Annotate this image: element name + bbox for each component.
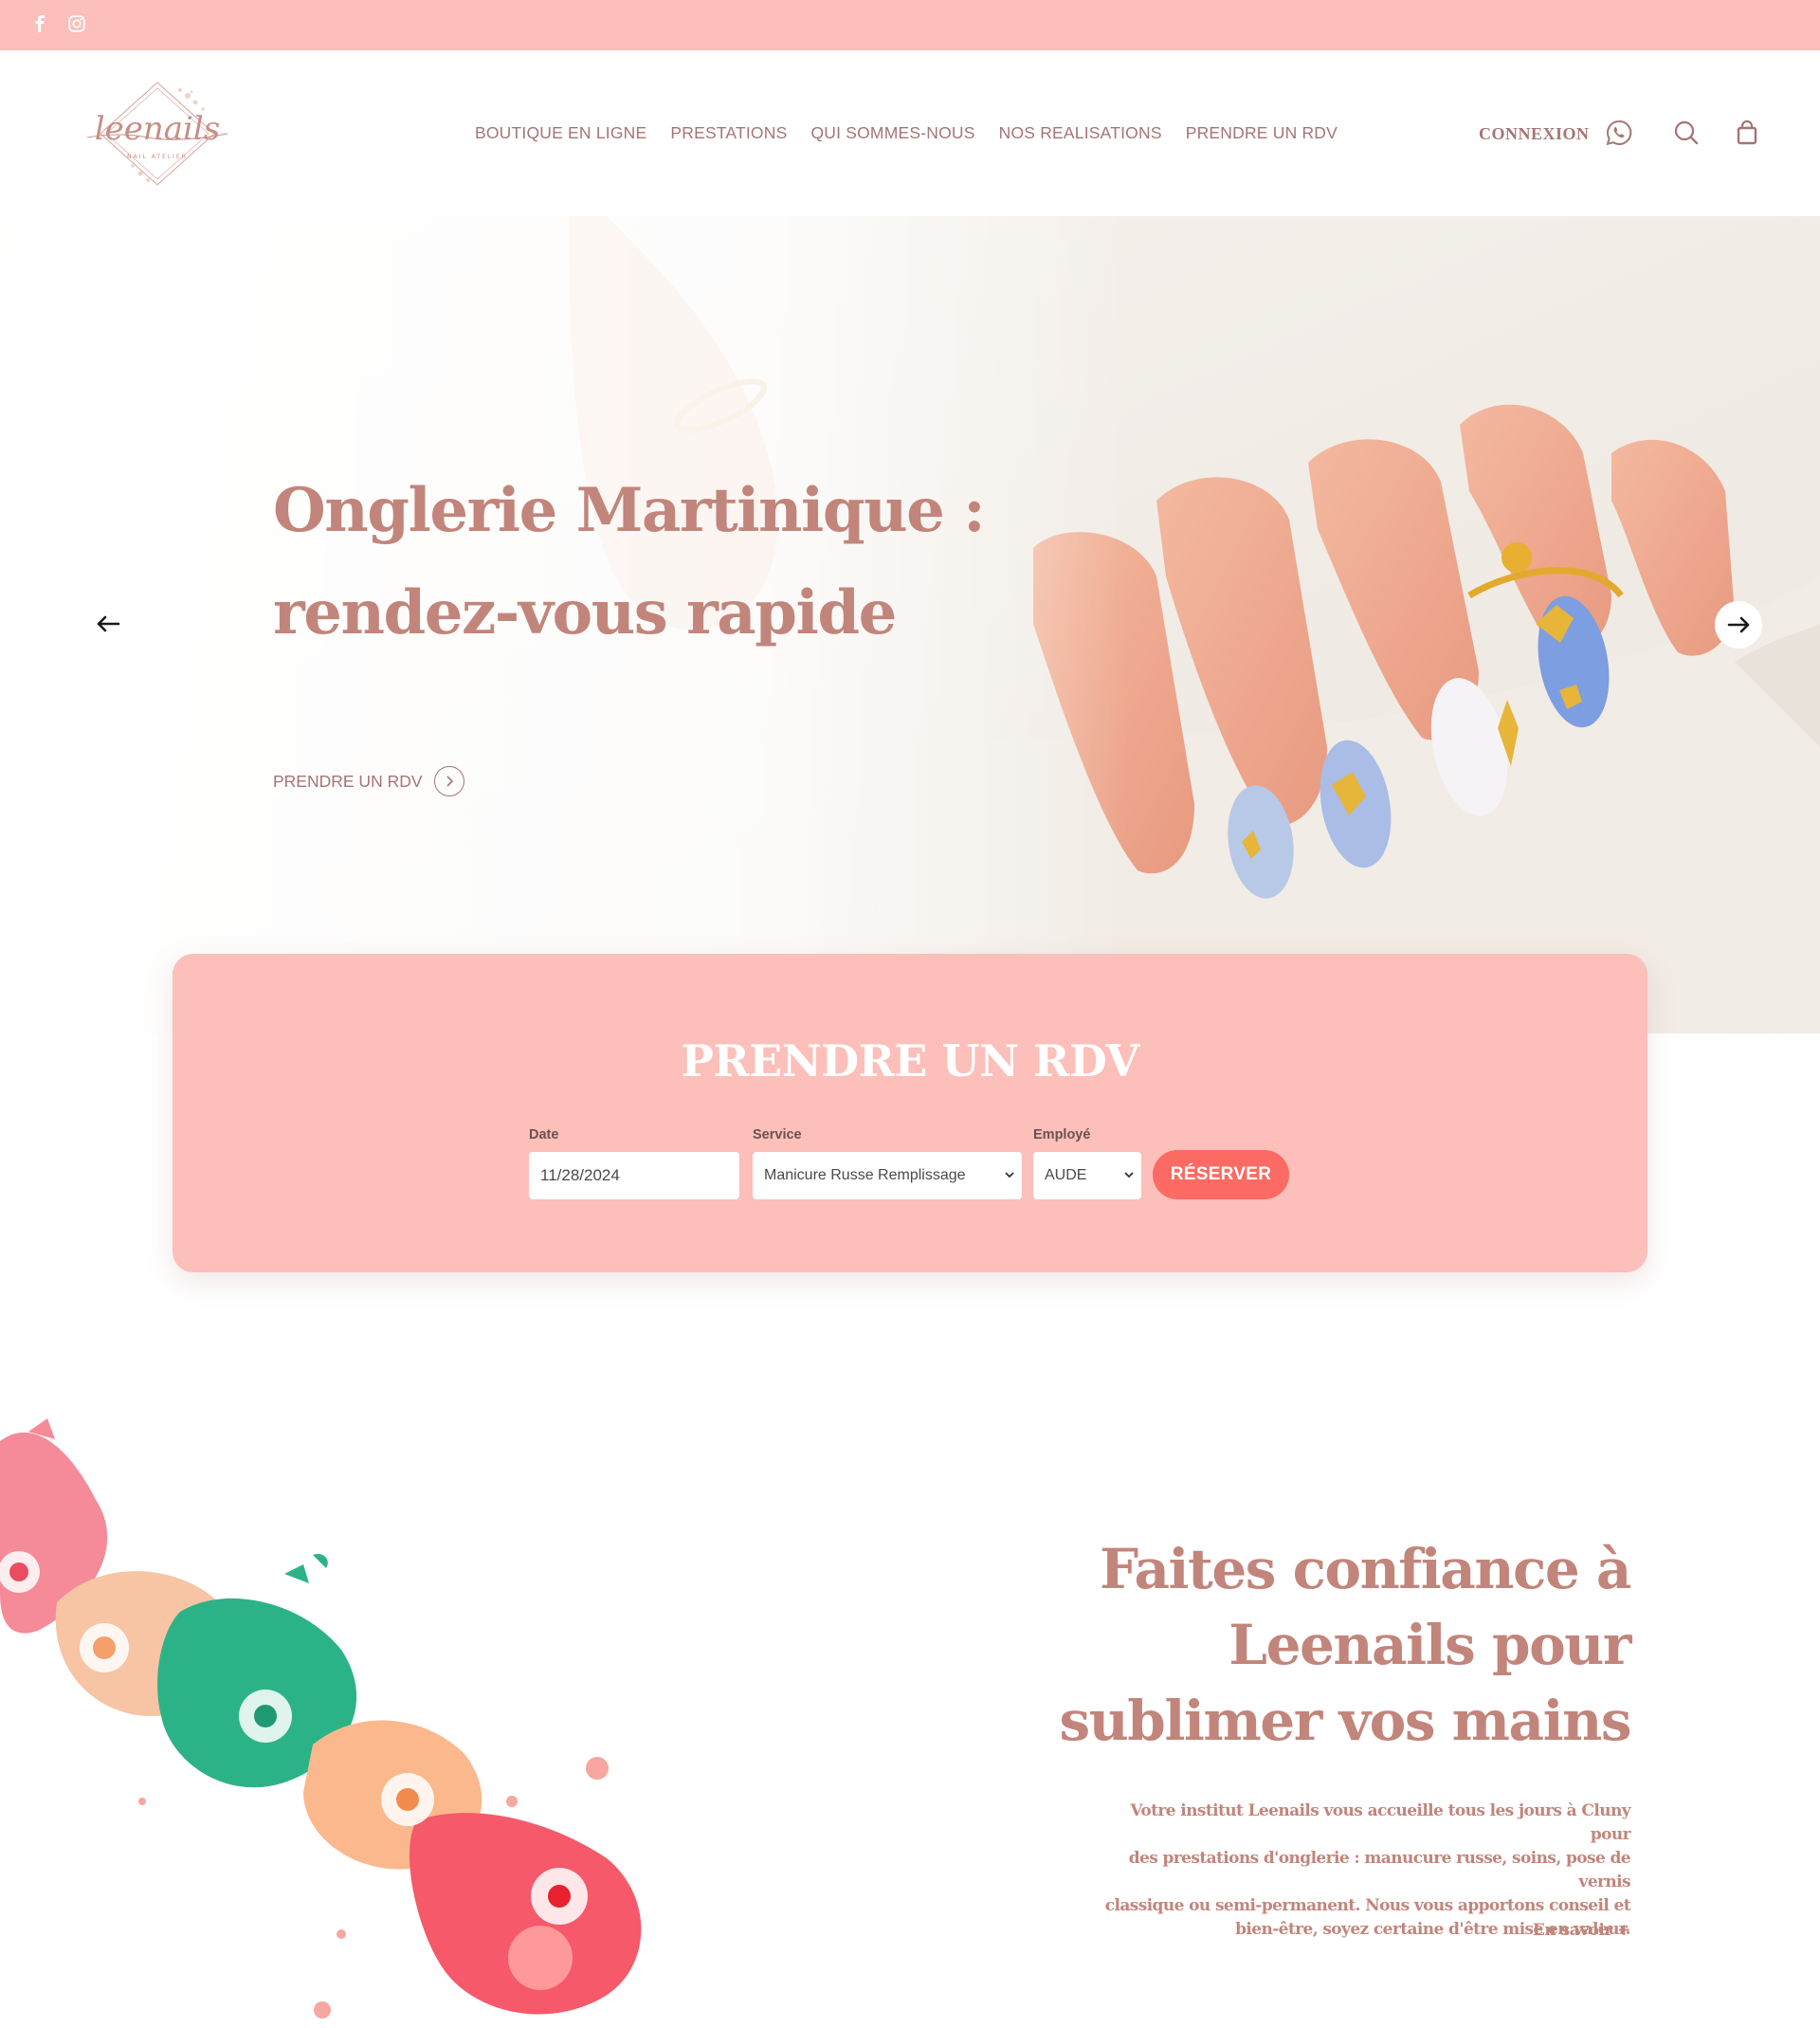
hero-slider: Onglerie Martinique : rendez-vous rapide… xyxy=(0,216,1820,1033)
service-select[interactable]: Manicure Russe Remplissage xyxy=(753,1152,1022,1199)
service-label: Service xyxy=(753,1127,802,1142)
top-bar xyxy=(0,0,1820,50)
employee-label: Employé xyxy=(1033,1127,1091,1142)
chevron-down-icon xyxy=(1124,1172,1134,1178)
about-title-line3: sublimer vos mains xyxy=(1059,1689,1631,1753)
hero-title-line2: rendez-vous rapide xyxy=(273,577,897,649)
site-header: leenails NAIL ATELIER BOUTIQUE EN LIGNE … xyxy=(0,50,1820,216)
hero-title: Onglerie Martinique : rendez-vous rapide xyxy=(273,460,1031,665)
chevron-right-icon xyxy=(433,766,464,796)
svg-text:leenails: leenails xyxy=(95,110,220,148)
about-title: Faites confiance à Leenails pour sublime… xyxy=(967,1531,1632,1759)
slider-prev-arrow-icon[interactable] xyxy=(91,607,125,641)
whatsapp-icon[interactable] xyxy=(1603,117,1635,149)
about-text-line: classique ou semi-permanent. Nous vous a… xyxy=(1104,1896,1631,1915)
booking-title: PRENDRE UN RDV xyxy=(681,1035,1139,1087)
date-label: Date xyxy=(529,1127,559,1142)
about-title-line1: Faites confiance à xyxy=(1099,1537,1632,1601)
en-savoir-plus-link[interactable]: En savoir + xyxy=(1533,1921,1631,1940)
about-text-line: Votre institut Leenails vous accueille t… xyxy=(1130,1801,1630,1844)
main-nav: BOUTIQUE EN LIGNE PRESTATIONS QUI SOMMES… xyxy=(475,123,1361,143)
slider-next-arrow-icon[interactable] xyxy=(1715,601,1762,649)
hero-cta-button[interactable]: PRENDRE UN RDV xyxy=(273,766,464,796)
nav-qui-sommes-nous[interactable]: QUI SOMMES-NOUS xyxy=(810,123,974,143)
facebook-icon[interactable] xyxy=(27,11,52,36)
nav-boutique[interactable]: BOUTIQUE EN LIGNE xyxy=(475,123,646,143)
booking-card: PRENDRE UN RDV Date 11/28/2024 Service M… xyxy=(173,954,1647,1272)
about-title-line2: Leenails pour xyxy=(1228,1613,1631,1677)
leenails-logo[interactable]: leenails NAIL ATELIER xyxy=(82,71,233,196)
date-input[interactable]: 11/28/2024 xyxy=(529,1152,739,1199)
instagram-icon[interactable] xyxy=(64,11,89,36)
employee-select[interactable]: AUDE xyxy=(1033,1152,1141,1199)
about-text-line: des prestations d'onglerie : manucure ru… xyxy=(1128,1849,1631,1891)
reserve-button[interactable]: RÉSERVER xyxy=(1153,1150,1289,1199)
service-selected-value: Manicure Russe Remplissage xyxy=(764,1167,966,1183)
employee-selected-value: AUDE xyxy=(1045,1167,1087,1183)
nav-prendre-rdv[interactable]: PRENDRE UN RDV xyxy=(1186,123,1338,143)
chevron-down-icon xyxy=(1005,1172,1014,1178)
hero-cta-label: PRENDRE UN RDV xyxy=(273,771,423,791)
search-icon[interactable] xyxy=(1670,117,1702,149)
svg-text:NAIL ATELIER: NAIL ATELIER xyxy=(127,154,188,160)
shopping-bag-icon[interactable] xyxy=(1731,117,1763,149)
nav-realisations[interactable]: NOS REALISATIONS xyxy=(999,123,1162,143)
nail-polish-splash-image xyxy=(0,1418,642,2019)
nav-prestations[interactable]: PRESTATIONS xyxy=(670,123,787,143)
hero-title-line1: Onglerie Martinique : xyxy=(273,475,986,546)
connexion-link[interactable]: CONNEXION xyxy=(1479,124,1590,144)
